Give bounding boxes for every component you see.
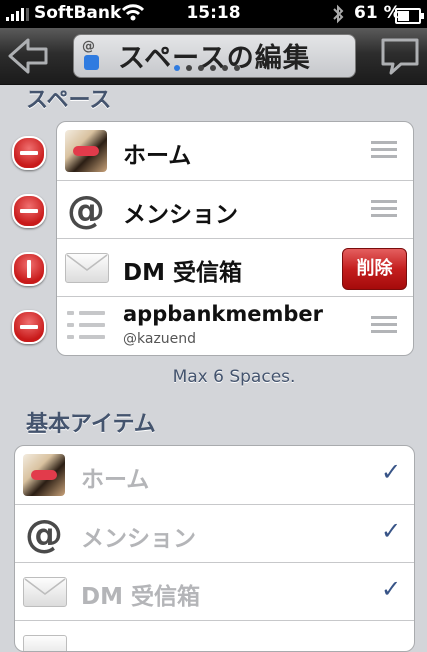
item-label: メンション	[81, 526, 196, 552]
item-label: ホーム	[123, 143, 192, 169]
compose-speech-bubble-icon[interactable]	[379, 36, 421, 76]
page-dot	[222, 65, 228, 71]
remove-button-home[interactable]	[12, 136, 46, 170]
item-label: DM 受信箱	[123, 260, 242, 286]
status-bar: SoftBank 15:18 61 %	[0, 0, 427, 28]
page-indicator	[174, 65, 240, 71]
list-item[interactable]	[15, 620, 414, 651]
at-icon: @	[25, 512, 63, 556]
item-label: appbankmember	[123, 302, 323, 326]
section-title-basic-items: 基本アイテム	[26, 412, 156, 437]
list-icon	[65, 305, 107, 347]
page-dot	[234, 65, 240, 71]
space-title-selector[interactable]: @ スペースの編集	[73, 34, 356, 78]
list-item[interactable]: DM 受信箱 削除	[57, 238, 413, 297]
checkmark-icon: ✓	[381, 575, 402, 603]
reorder-grip-icon[interactable]	[371, 141, 397, 162]
remove-button-dm-rotated[interactable]	[12, 252, 46, 286]
list-item[interactable]: appbankmember @kazuend	[57, 296, 413, 355]
list-item[interactable]: @ メンション ✓	[15, 504, 414, 563]
item-label: メンション	[123, 202, 238, 228]
battery-icon	[395, 8, 424, 24]
envelope-icon	[23, 577, 67, 607]
reorder-grip-icon[interactable]	[371, 200, 397, 221]
max-spaces-note: Max 6 Spaces.	[172, 367, 296, 387]
item-sublabel: @kazuend	[123, 331, 197, 347]
delete-button[interactable]: 削除	[342, 248, 407, 290]
list-item[interactable]: ホーム ✓	[15, 446, 414, 504]
page-dot	[186, 65, 192, 71]
dog-avatar-icon	[65, 130, 107, 172]
page-dot	[210, 65, 216, 71]
item-label: DM 受信箱	[81, 584, 200, 610]
space-mini-icon: @	[80, 39, 102, 71]
at-icon: @	[67, 188, 105, 232]
battery-percentage: 61 %	[354, 3, 401, 23]
navigation-bar: @ スペースの編集	[0, 28, 427, 85]
list-item[interactable]: ホーム	[57, 122, 413, 180]
envelope-icon	[23, 635, 67, 651]
spaces-list: ホーム @ メンション DM 受信箱 削除 appbankmember @kaz…	[56, 121, 414, 356]
checkmark-icon: ✓	[381, 517, 402, 545]
reorder-grip-icon[interactable]	[371, 316, 397, 337]
page-dot	[198, 65, 204, 71]
basic-items-list: ホーム ✓ @ メンション ✓ DM 受信箱 ✓	[14, 445, 415, 652]
back-arrow-icon[interactable]	[6, 36, 50, 76]
page-dot	[174, 65, 180, 71]
list-item[interactable]: DM 受信箱 ✓	[15, 562, 414, 621]
item-label: ホーム	[81, 467, 150, 493]
checkmark-icon: ✓	[381, 458, 402, 486]
envelope-icon	[65, 253, 109, 283]
section-title-spaces: スペース	[26, 88, 112, 113]
remove-button-appbankmember[interactable]	[12, 310, 46, 344]
dog-avatar-icon	[23, 454, 65, 496]
bluetooth-icon	[333, 4, 344, 24]
list-item[interactable]: @ メンション	[57, 180, 413, 239]
remove-button-mention[interactable]	[12, 194, 46, 228]
